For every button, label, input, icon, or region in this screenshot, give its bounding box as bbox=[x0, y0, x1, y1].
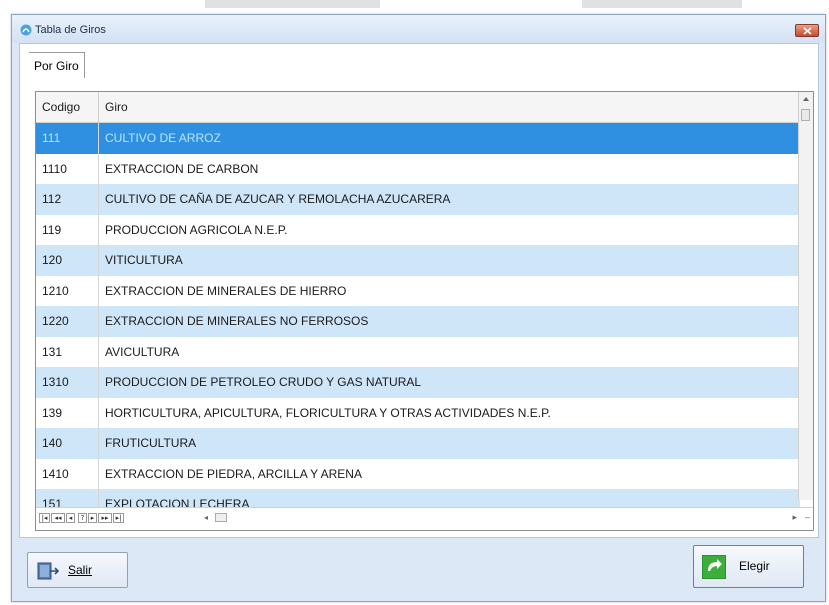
table-row[interactable]: 139 HORTICULTURA, APICULTURA, FLORICULTUR… bbox=[36, 397, 800, 428]
table-row[interactable]: 120 VITICULTURA bbox=[36, 245, 800, 276]
nav-last-button[interactable]: ▸| bbox=[113, 513, 124, 523]
cell-codigo: 1110 bbox=[36, 153, 99, 184]
column-header-codigo[interactable]: Codigo bbox=[36, 92, 99, 122]
table-row[interactable]: 1310 PRODUCCION DE PETROLEO CRUDO Y GAS N… bbox=[36, 367, 800, 398]
window-title: Tabla de Giros bbox=[35, 24, 106, 36]
title-bar: Tabla de Giros bbox=[12, 15, 825, 43]
cell-giro: AVICULTURA bbox=[105, 344, 180, 359]
cell-codigo: 119 bbox=[36, 214, 99, 245]
nav-prev-page-button[interactable]: ◂◂ bbox=[51, 513, 65, 523]
cell-giro: CULTIVO DE CAÑA DE AZUCAR Y REMOLACHA AZ… bbox=[105, 192, 451, 206]
tab-por-giro[interactable]: Por Giro bbox=[29, 52, 85, 78]
cell-codigo: 131 bbox=[36, 336, 99, 367]
salir-button[interactable]: Salir bbox=[27, 552, 128, 588]
cell-giro: PRODUCCION DE PETROLEO CRUDO Y GAS NATUR… bbox=[105, 375, 422, 389]
background-window-fragment bbox=[205, 0, 380, 8]
hscroll-left-arrow-icon[interactable]: ◂ bbox=[204, 513, 208, 522]
background-window-fragment bbox=[582, 0, 742, 8]
hscroll-right-arrow-icon[interactable]: ▸ bbox=[792, 512, 797, 523]
cell-codigo: 1210 bbox=[36, 275, 99, 306]
table-row[interactable]: 1210 EXTRACCION DE MINERALES DE HIERRO bbox=[36, 275, 800, 306]
table-row[interactable]: 1110 EXTRACCION DE CARBON bbox=[36, 153, 800, 184]
exit-door-icon bbox=[37, 562, 59, 580]
scroll-up-arrow-icon[interactable] bbox=[802, 95, 810, 103]
cell-codigo: 1410 bbox=[36, 458, 99, 489]
close-button[interactable] bbox=[795, 24, 819, 37]
table-row[interactable]: 131 AVICULTURA bbox=[36, 336, 800, 367]
cell-codigo: 112 bbox=[36, 184, 99, 215]
grid-rows: 111 CULTIVO DE ARROZ 1110 EXTRACCION DE CAR… bbox=[36, 123, 800, 520]
elegir-button[interactable]: Elegir bbox=[693, 545, 804, 588]
cell-giro: EXTRACCION DE PIEDRA, ARCILLA Y ARENA bbox=[105, 466, 362, 481]
cell-codigo: 139 bbox=[36, 397, 99, 428]
table-row[interactable]: 1220 EXTRACCION DE MINERALES NO FERROSOS bbox=[36, 306, 800, 337]
app-icon bbox=[20, 24, 32, 36]
cell-giro: FRUTICULTURA bbox=[105, 436, 197, 450]
nav-next-button[interactable]: ▸ bbox=[88, 513, 97, 523]
cell-giro: VITICULTURA bbox=[105, 253, 183, 267]
table-row[interactable]: 1410 EXTRACCION DE PIEDRA, ARCILLA Y AREN… bbox=[36, 458, 800, 489]
hscroll-thumb[interactable] bbox=[215, 513, 227, 522]
hscroll-end-icon[interactable]: – bbox=[805, 512, 810, 522]
select-arrow-icon bbox=[702, 555, 726, 579]
table-row[interactable]: 140 FRUTICULTURA bbox=[36, 428, 800, 459]
salir-button-label: Salir bbox=[68, 563, 93, 577]
cell-codigo: 140 bbox=[36, 428, 99, 459]
tabla-de-giros-window: Tabla de Giros Por Giro Codigo Giro 111 C… bbox=[11, 14, 826, 602]
cell-giro: CULTIVO DE ARROZ bbox=[105, 131, 221, 145]
giros-grid: Codigo Giro 111 CULTIVO DE ARROZ 1110 EXTRA… bbox=[35, 91, 814, 531]
cell-giro: EXTRACCION DE MINERALES DE HIERRO bbox=[105, 283, 347, 298]
cell-giro: HORTICULTURA, APICULTURA, FLORICULTURA Y… bbox=[105, 405, 551, 420]
column-header-giro[interactable]: Giro bbox=[99, 92, 799, 122]
vertical-scrollbar[interactable] bbox=[798, 92, 813, 500]
table-row[interactable]: 111 CULTIVO DE ARROZ bbox=[36, 123, 800, 154]
cell-codigo: 120 bbox=[36, 245, 99, 276]
nav-prev-button[interactable]: ◂ bbox=[66, 513, 75, 523]
cell-codigo: 111 bbox=[36, 123, 99, 154]
table-row[interactable]: 112 CULTIVO DE CAÑA DE AZUCAR Y REMOLACHA… bbox=[36, 184, 800, 215]
nav-first-button[interactable]: |◂ bbox=[39, 513, 50, 523]
close-icon bbox=[803, 27, 812, 35]
dialog-client-area: Por Giro Codigo Giro 111 CULTIVO DE ARROZ… bbox=[19, 43, 819, 538]
cell-codigo: 1310 bbox=[36, 367, 99, 398]
nav-goto-button[interactable]: ? bbox=[78, 513, 87, 523]
cell-giro: EXTRACCION DE MINERALES NO FERROSOS bbox=[105, 314, 369, 328]
grid-navigator-bar: |◂ ◂◂ ◂ ? ▸ ▸▸ ▸| ◂ ▸ – bbox=[36, 507, 813, 530]
cell-giro: PRODUCCION AGRICOLA N.E.P. bbox=[105, 222, 288, 237]
nav-next-page-button[interactable]: ▸▸ bbox=[98, 513, 112, 523]
scroll-thumb[interactable] bbox=[801, 109, 810, 121]
grid-header: Codigo Giro bbox=[36, 92, 800, 123]
cell-giro: EXTRACCION DE CARBON bbox=[105, 161, 259, 176]
elegir-button-label: Elegir bbox=[739, 559, 770, 573]
cell-codigo: 1220 bbox=[36, 306, 99, 337]
table-row[interactable]: 119 PRODUCCION AGRICOLA N.E.P. bbox=[36, 214, 800, 245]
